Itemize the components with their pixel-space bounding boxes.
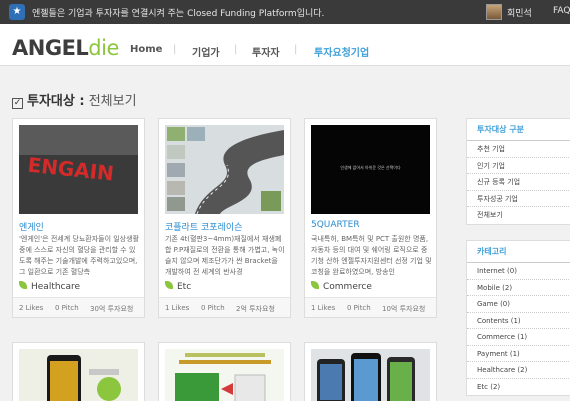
notice-text: 엔젤들은 기업과 투자자를 연결시켜 주는 Closed Funding Pla… [32,9,325,19]
category-payment[interactable]: Payment (1) [467,346,570,362]
company-card[interactable]: 인생에 없어서 아쉬운 것은 선택이다 5QUARTER 국내특허, BM특허 … [304,118,437,318]
leaf-icon [311,281,319,289]
sidebar-item-success[interactable]: 투자성공 기업 [467,191,570,207]
top-bar: ★ 엔젤들은 기업과 투자자를 연결시켜 주는 Closed Funding P… [0,0,570,24]
nav-separator: | [294,44,298,55]
company-card[interactable]: ENGAIN 엔게인 '엔게인'은 전세계 당뇨환자들이 일상생활 중에 스스로… [12,118,145,318]
company-image[interactable]: 인생에 없어서 아쉬운 것은 선택이다 [311,125,430,214]
category-panel: 카테고리 Internet (0) Mobile (2) Game (0) Co… [466,240,570,396]
company-image[interactable] [165,125,284,214]
nav-requesting-companies[interactable]: 투자요청기업 [314,44,369,59]
nav-investor[interactable]: 투자자 [252,44,280,59]
category-healthcare[interactable]: Healthcare (2) [467,362,570,379]
leaf-icon [165,281,173,289]
card-category-label: Etc [177,282,192,292]
card-description: 기존 4t(혈판3~4mm)재질에서 재생폐합 P.P재질로의 전환을 통해 가… [165,235,285,276]
card-description: '엔게인'은 전세계 당뇨환자들이 일상생활 중에 스스로 자신의 혈당을 관리… [19,235,140,276]
page-title: ✓ 투자대상 : 전체보기 [12,90,137,109]
card-category: Etc [165,281,191,292]
user-name[interactable]: 회민석 [507,6,532,19]
category-game[interactable]: Game (0) [467,296,570,313]
card-request: 2억 투자요청 [236,305,275,313]
sidebar-item-popular[interactable]: 인기 기업 [467,158,570,174]
logo[interactable]: ANGELdie [12,36,119,60]
card-description: 국내특허, BM특허 및 PCT 출원한 명품, 자동차 등의 대여 및 쉐어링… [311,235,432,276]
sidebar-item-new[interactable]: 신규 등록 기업 [467,174,570,191]
promo-banner-image [165,349,284,401]
company-image[interactable]: ENGAIN [19,125,138,214]
leaf-icon [19,281,27,289]
faq-link[interactable]: FAQ [553,6,570,16]
card-likes: 2 Likes [19,304,44,312]
page-title-label: 투자대상 : [27,94,85,109]
card-stats: 2 Likes 0 Pitch 30억 투자요청 [13,297,144,317]
product-collage-image [165,125,284,214]
header: ANGELdie Home | 기업가 | 투자자 | 투자요청기업 [0,24,570,66]
card-pitch: 0 Pitch [347,304,371,312]
card-title[interactable]: 5QUARTER [311,220,360,230]
card-request: 30억 투자요청 [90,305,134,313]
card-title[interactable]: 코플라트 코포레이슨 [165,220,242,233]
smartphones-image [317,353,415,401]
card-title[interactable]: 엔게인 [19,220,44,233]
nav-separator: | [173,44,177,55]
category-contents[interactable]: Contents (1) [467,313,570,329]
category-etc[interactable]: Etc (2) [467,379,570,396]
image-overlay-text: 인생에 없어서 아쉬운 것은 선택이다 [340,165,401,170]
checkbox-icon: ✓ [12,98,23,109]
card-category-label: Healthcare [31,282,81,292]
card-stats: 1 Likes 0 Pitch 10억 투자요청 [305,297,436,317]
card-likes: 1 Likes [165,304,190,312]
nav-entrepreneur[interactable]: 기업가 [192,44,220,59]
card-request: 10억 투자요청 [382,305,426,313]
category-commerce[interactable]: Commerce (1) [467,329,570,346]
company-card[interactable] [304,342,437,401]
page-title-sub: 전체보기 [88,94,137,109]
logo-main: ANGEL [12,36,89,60]
card-stats: 1 Likes 0 Pitch 2억 투자요청 [159,297,290,317]
card-pitch: 0 Pitch [55,304,79,312]
investment-target-panel: 투자대상 구분 추천 기업 인기 기업 신규 등록 기업 투자성공 기업 전체보… [466,118,570,225]
avatar[interactable] [486,4,502,20]
panel-title: 카테고리 [467,241,570,263]
card-pitch: 0 Pitch [201,304,225,312]
company-image[interactable] [311,349,430,401]
nav-home[interactable]: Home [130,44,162,55]
company-image[interactable] [165,349,284,401]
sidebar-item-recommended[interactable]: 추천 기업 [467,141,570,158]
panel-title: 투자대상 구분 [467,119,570,141]
phone-app-image [47,355,121,401]
category-mobile[interactable]: Mobile (2) [467,280,570,296]
company-card[interactable] [158,342,291,401]
logo-accent: die [88,36,119,60]
card-likes: 1 Likes [311,304,336,312]
company-image[interactable] [19,349,138,401]
nav-separator: | [234,44,238,55]
sidebar-item-all[interactable]: 전체보기 [467,207,570,224]
star-icon: ★ [9,4,25,20]
engain-sign-image: ENGAIN [19,125,138,214]
company-card[interactable]: 코플라트 코포레이슨 기존 4t(혈판3~4mm)재질에서 재생폐합 P.P재질… [158,118,291,318]
card-category: Healthcare [19,281,80,292]
card-category: Commerce [311,281,372,292]
company-card[interactable] [12,342,145,401]
category-internet[interactable]: Internet (0) [467,263,570,280]
card-category-label: Commerce [323,282,372,292]
